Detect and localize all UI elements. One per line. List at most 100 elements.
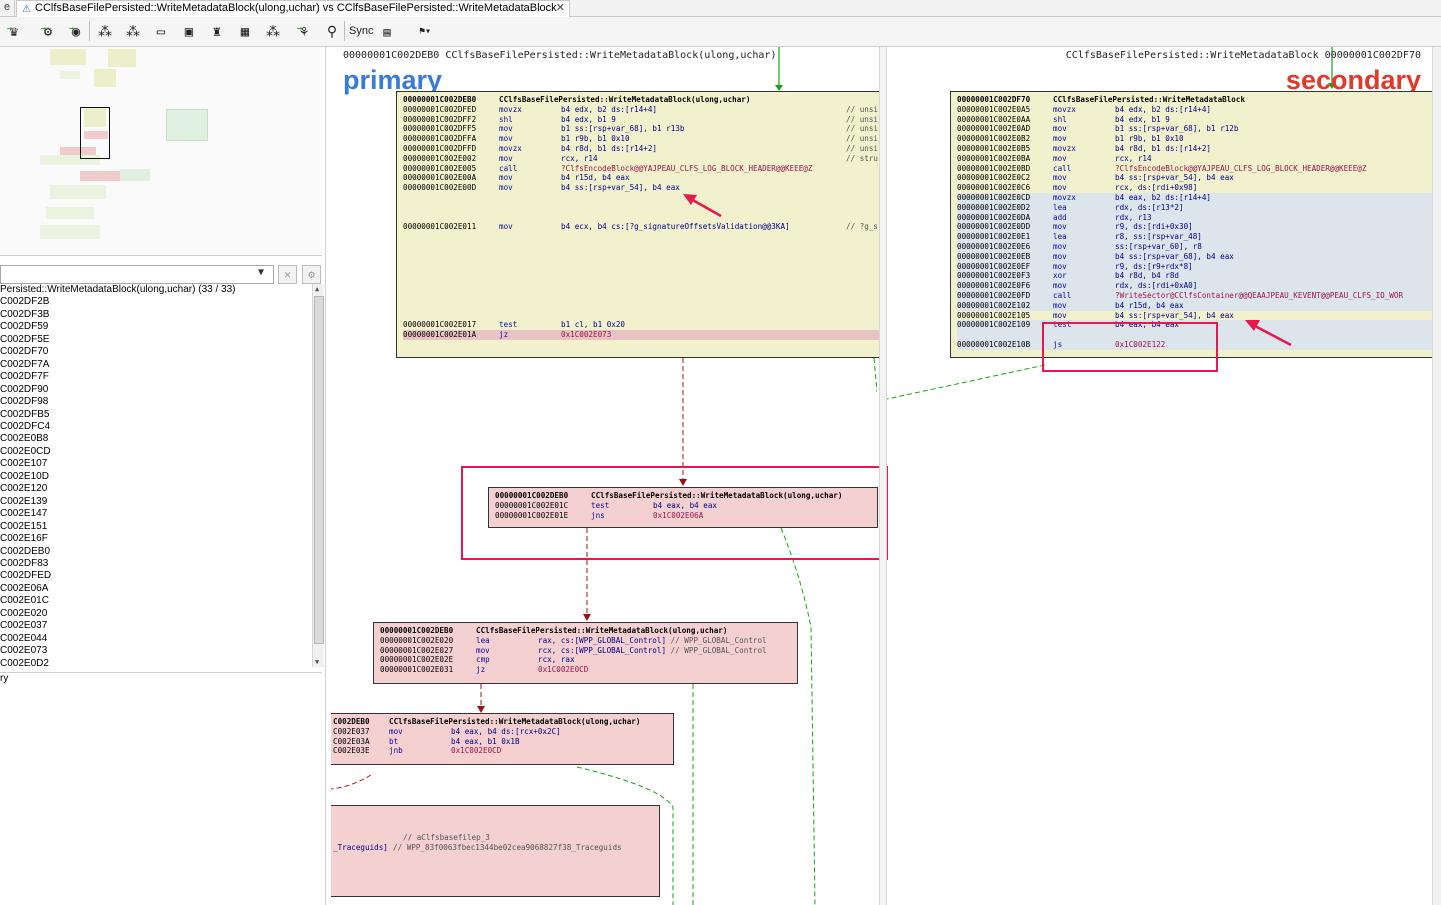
list-item[interactable]: C002E0CD <box>0 446 312 458</box>
table-row: 00000001C002E017 test b1 cl, b1 0x20 <box>403 320 626 330</box>
list-item[interactable]: C002DF7A <box>0 359 312 371</box>
orthogonal-layout-icon[interactable]: ▣ <box>177 20 201 44</box>
function-filter-input[interactable] <box>0 265 274 284</box>
list-item[interactable]: C002E151 <box>0 521 312 533</box>
close-icon[interactable]: ✕ <box>556 1 565 16</box>
function-list-header: Persisted::WriteMetadataBlock(ulong,ucha… <box>0 284 236 295</box>
annotation-arrow-icon <box>683 194 722 218</box>
tab-diff[interactable]: ⚠ CClfsBaseFilePersisted::WriteMetadataBl… <box>16 0 570 17</box>
gear-icon[interactable]: ⚙ <box>302 265 321 284</box>
list-item[interactable]: C002E020 <box>0 608 312 620</box>
flow-layout-icon[interactable]: ▦ <box>233 20 257 44</box>
function-list-scrollbar[interactable]: ▲ ▼ <box>312 284 324 667</box>
list-item[interactable]: C002E0B8 <box>0 433 312 445</box>
toolbar: → ♛ → ⚙ → ◉ ⁂ ⁂ ▭ ▣ ♜ ▦ ⁂ → ⚘ ⚲ Sync ▤ ⚑▾ <box>0 17 1441 47</box>
list-item[interactable]: C002DF2B <box>0 296 312 308</box>
table-row: 00000001C002E002 mov rcx, r14// stru <box>403 153 879 163</box>
list-item[interactable]: C002E037 <box>0 620 312 632</box>
table-row: 00000001C002E00A mov b4 r15d, b4 eax <box>403 173 630 183</box>
table-row: C002E03A bt b4 eax, b1 0x1B <box>333 736 520 746</box>
list-item[interactable]: C002DF3B <box>0 309 312 321</box>
clear-filter-button[interactable]: ✕ <box>278 265 297 284</box>
list-item[interactable]: C002E06A <box>0 583 312 595</box>
table-row: 00000001C002E0EF mov r9, ds:[r9+rdx*8] <box>957 261 1441 272</box>
list-item[interactable]: C002DF83 <box>0 558 312 570</box>
table-row: 00000001C002E0C2 mov b4 ss:[rsp+var_54], b… <box>957 173 1234 183</box>
list-item[interactable]: C002E16F <box>0 533 312 545</box>
table-row: 00000001C002E0F3 xor b4 r8d, b4 r8d <box>957 271 1441 282</box>
table-row: 00000001C002E020 lea rax, cs:[WPP_GLOBAL_C… <box>380 635 767 645</box>
function-list[interactable]: Persisted::WriteMetadataBlock(ulong,ucha… <box>0 284 312 668</box>
table-row: 00000001C002E027 mov rcx, cs:[WPP_GLOBAL_C… <box>380 645 767 655</box>
diff-tab-icon: ⚠ <box>22 4 31 15</box>
grid-layout-icon[interactable]: ▭ <box>149 20 173 44</box>
list-item[interactable]: C002DF5E <box>0 334 312 346</box>
list-item[interactable]: C002E0D2 <box>0 658 312 668</box>
table-row: 00000001C002E0EB mov b4 ss:[rsp+var_68], b… <box>957 251 1441 262</box>
list-item[interactable]: C002E044 <box>0 633 312 645</box>
table-row: 00000001C002E0B2 mov b1 r9b, b1 0x10 <box>957 134 1184 144</box>
table-row: 00000001C002E0A5 movzx b4 edx, b2 ds:[r14+… <box>957 104 1212 114</box>
list-item[interactable]: C002E01C <box>0 595 312 607</box>
primary-block-wpp[interactable]: 00000001C002DEB0 CClfsBaseFilePersisted::… <box>373 622 798 684</box>
table-row: 00000001C002E105 mov b4 ss:[rsp+var_54], b… <box>957 310 1234 320</box>
list-item[interactable]: C002DF90 <box>0 384 312 396</box>
tab-bar: e ⚠ CClfsBaseFilePersisted::WriteMetadata… <box>0 0 1441 17</box>
hierarchy-icon[interactable]: → ◉ <box>64 20 88 44</box>
proximity-icon[interactable]: ⚲ <box>320 20 344 44</box>
table-row: 00000001C002E02E cmp rcx, rax <box>380 655 575 665</box>
graph-vertical-scrollbar[interactable] <box>1432 47 1441 905</box>
node-select-icon[interactable]: → ⚙ <box>36 20 60 44</box>
list-item[interactable]: C002DF7F <box>0 371 312 383</box>
pane-splitter[interactable] <box>879 47 887 905</box>
primary-block-trace[interactable]: // aClfsbasefilep_3 _Traceguids]// WPP_8… <box>331 805 660 897</box>
table-row: 00000001C002E0BD call ?ClfsEncodeBlock@@YA… <box>957 163 1367 173</box>
list-item[interactable]: C002DF70 <box>0 346 312 358</box>
settings-dropdown-icon[interactable]: ⚑▾ <box>412 20 438 44</box>
secondary-block-entry[interactable]: 00000001C002DF70 CClfsBaseFilePersisted::… <box>950 91 1441 358</box>
list-item[interactable]: C002E073 <box>0 645 312 657</box>
primary-header: 00000001C002DEB0 CClfsBaseFilePersisted:… <box>343 50 777 61</box>
table-row: 00000001C002E031 jz 0x1C002E0CD <box>380 665 589 675</box>
list-item[interactable]: C002E147 <box>0 508 312 520</box>
list-item[interactable]: C002E139 <box>0 496 312 508</box>
table-row: _Traceguids]// WPP_83f0063fbec1344be02ce… <box>333 842 622 852</box>
radial-layout-icon[interactable]: ⁂ <box>93 20 117 44</box>
table-row: 00000001C002E0DD mov r9, ds:[rdi+0x30] <box>957 222 1441 233</box>
table-row: C002E03E jnb 0x1C002E0CD <box>333 746 502 756</box>
list-item[interactable]: C002DF59 <box>0 321 312 333</box>
left-pane: ▼ ✕ ⚙ Persisted::WriteMetadataBlock(ulon… <box>0 47 326 905</box>
primary-graph-pane[interactable]: 00000001C002DEB0 CClfsBaseFilePersisted:… <box>331 47 888 905</box>
table-row: 00000001C002E00D mov b4 ss:[rsp+var_54], b… <box>403 183 680 193</box>
table-row: 00000001C002DFFD movzx b4 r8d, b1 ds:[r14+… <box>403 143 879 153</box>
list-item[interactable]: C002DFC4 <box>0 421 312 433</box>
table-row: 00000001C002E0DA add rdx, r13 <box>957 212 1441 223</box>
table-row: 00000001C002E0E1 lea r8, ss:[rsp+var_48] <box>957 232 1441 242</box>
circular-layout-icon[interactable]: ⁂ <box>121 20 145 44</box>
primary-block-entry[interactable]: 00000001C002DEB0 CClfsBaseFilePersisted::… <box>396 91 886 358</box>
sync-label: Sync <box>349 25 374 37</box>
table-row: 00000001C002E0CD movzx b4 eax, b2 ds:[r14+… <box>957 192 1441 203</box>
tab-previous[interactable]: e <box>0 0 15 16</box>
graph-overview[interactable] <box>0 47 322 256</box>
list-item[interactable]: C002DFED <box>0 570 312 582</box>
list-item[interactable]: C002DFB5 <box>0 409 312 421</box>
table-row: 00000001C002E102 mov b4 r15d, b4 eax <box>957 300 1441 311</box>
list-item[interactable]: C002E120 <box>0 483 312 495</box>
list-item[interactable]: C002DF98 <box>0 396 312 408</box>
list-item[interactable]: C002E10D <box>0 471 312 483</box>
secondary-graph-pane[interactable]: CClfsBaseFilePersisted::WriteMetadataBlo… <box>887 47 1441 905</box>
list-item[interactable]: C002E107 <box>0 458 312 470</box>
graph-area[interactable]: 00000001C002DEB0 CClfsBaseFilePersisted:… <box>331 47 1441 905</box>
table-row: 00000001C002E0B5 movzx b4 r8d, b1 ds:[r14+… <box>957 143 1212 153</box>
table-row: 00000001C002E01A jz 0x1C002E073 <box>403 329 879 340</box>
list-item[interactable]: C002DEB0 <box>0 546 312 558</box>
chevron-down-icon[interactable]: ▼ <box>258 267 264 278</box>
compare-icon[interactable]: → ⚘ <box>292 20 316 44</box>
sync-icon[interactable]: ▤ <box>375 20 399 44</box>
zoom-icon[interactable]: ⁂ <box>261 20 285 44</box>
table-row: 00000001C002E0BA mov rcx, r14 <box>957 153 1152 163</box>
primary-block-bt[interactable]: C002DEB0 CClfsBaseFilePersisted::WriteMet… <box>331 713 674 765</box>
diff-graph-icon[interactable]: → ♛ <box>2 20 26 44</box>
tree-layout-icon[interactable]: ♜ <box>205 20 229 44</box>
